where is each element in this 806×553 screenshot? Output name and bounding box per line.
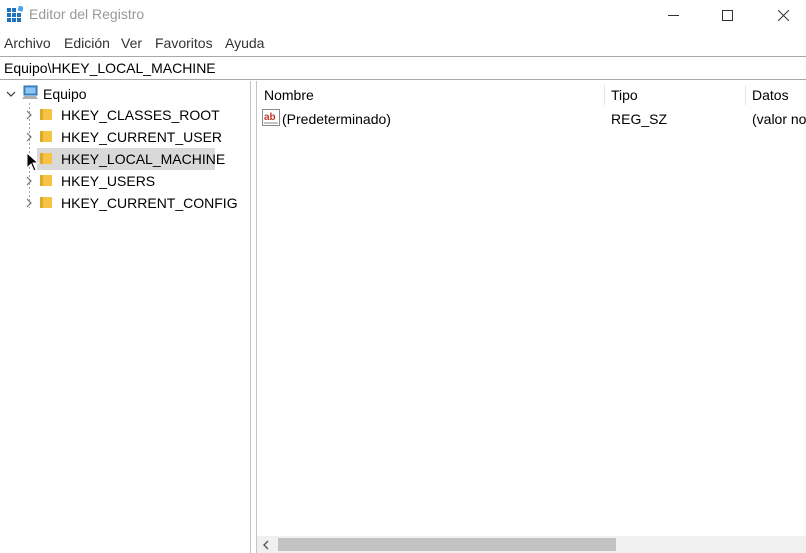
chevron-down-icon[interactable] xyxy=(6,89,16,99)
tree-item-hkey-current-user[interactable]: HKEY_CURRENT_USER xyxy=(24,126,222,148)
chevron-right-icon[interactable] xyxy=(24,176,34,186)
window-title: Editor del Registro xyxy=(29,6,145,22)
menu-bar: Archivo Edición Ver Favoritos Ayuda xyxy=(0,32,806,54)
minimize-icon xyxy=(667,15,679,16)
mouse-cursor-icon xyxy=(27,153,39,172)
tree-label: HKEY_CURRENT_USER xyxy=(61,129,223,145)
column-header-label: Datos xyxy=(752,87,789,103)
minimize-button[interactable] xyxy=(650,0,696,31)
column-header-nombre[interactable]: Nombre xyxy=(257,81,604,106)
menu-ver[interactable]: Ver xyxy=(121,35,142,51)
tree-label: HKEY_CLASSES_ROOT xyxy=(61,107,220,123)
menu-edicion[interactable]: Edición xyxy=(64,35,110,51)
tree-item-hkey-users[interactable]: HKEY_USERS xyxy=(24,170,204,192)
tree-label: HKEY_USERS xyxy=(61,173,156,189)
column-header-datos[interactable]: Datos xyxy=(745,81,806,106)
scroll-left-button[interactable] xyxy=(257,536,274,553)
menu-archivo[interactable]: Archivo xyxy=(4,35,51,51)
string-value-icon: ab xyxy=(262,109,280,126)
registry-editor-icon xyxy=(7,6,23,22)
tree-item-equipo[interactable]: Equipo xyxy=(6,83,96,105)
close-icon xyxy=(777,10,789,21)
folder-icon xyxy=(40,109,52,120)
list-item[interactable]: ab (Predeterminado) REG_SZ (valor no xyxy=(257,107,806,129)
horizontal-scrollbar[interactable] xyxy=(257,536,806,553)
chevron-right-icon[interactable] xyxy=(24,132,34,142)
menu-ayuda[interactable]: Ayuda xyxy=(225,35,264,51)
values-list[interactable]: Nombre Tipo Datos ab (Predeterminado) RE… xyxy=(257,81,806,553)
maximize-button[interactable] xyxy=(704,0,750,31)
value-data: (valor no xyxy=(752,111,806,127)
chevron-right-icon[interactable] xyxy=(24,198,34,208)
tree-label: HKEY_LOCAL_MACHINE xyxy=(61,151,226,167)
tree-item-hkey-local-machine[interactable]: HKEY_LOCAL_MACHINE xyxy=(24,148,225,170)
chevron-right-icon[interactable] xyxy=(24,110,34,120)
value-type: REG_SZ xyxy=(611,111,668,127)
computer-icon xyxy=(22,85,38,99)
tree-item-hkey-current-config[interactable]: HKEY_CURRENT_CONFIG xyxy=(24,192,238,214)
folder-icon xyxy=(40,197,52,208)
value-name: (Predeterminado) xyxy=(282,111,391,127)
close-button[interactable] xyxy=(760,0,806,31)
column-header-label: Nombre xyxy=(264,87,314,103)
maximize-icon xyxy=(721,10,733,21)
folder-icon xyxy=(40,131,52,142)
tree-label: HKEY_CURRENT_CONFIG xyxy=(61,195,238,211)
tree-label-equipo: Equipo xyxy=(43,86,87,102)
title-bar: Editor del Registro xyxy=(0,0,806,31)
folder-icon xyxy=(40,153,52,164)
svg-text:ab: ab xyxy=(264,112,276,123)
address-bar[interactable]: Equipo\HKEY_LOCAL_MACHINE xyxy=(0,56,806,80)
pane-splitter[interactable] xyxy=(250,81,257,553)
tree-item-hkey-classes-root[interactable]: HKEY_CLASSES_ROOT xyxy=(24,104,220,126)
menu-favoritos[interactable]: Favoritos xyxy=(155,35,213,51)
column-header-label: Tipo xyxy=(611,87,638,103)
column-header-tipo[interactable]: Tipo xyxy=(604,81,745,106)
chevron-left-icon xyxy=(262,540,268,549)
scroll-thumb[interactable] xyxy=(278,538,616,551)
folder-icon xyxy=(40,175,52,186)
address-path[interactable]: Equipo\HKEY_LOCAL_MACHINE xyxy=(4,60,216,76)
